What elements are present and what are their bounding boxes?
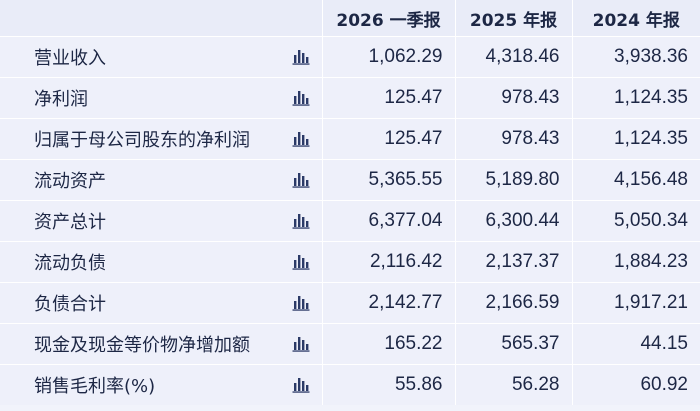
value-period-1: 5,365.55 (322, 159, 456, 201)
metric-cell: 归属于母公司股东的净利润 (0, 118, 323, 160)
value-period-3: 60.92 (572, 364, 700, 405)
table-row: 资产总计 6,377.04 6,300.44 5,050.34 (0, 200, 700, 242)
header-blank (0, 0, 323, 37)
table-row: 归属于母公司股东的净利润 125.47 978.43 1,124.35 (0, 118, 700, 160)
metric-cell: 销售毛利率(%) (0, 364, 323, 405)
metric-cell: 净利润 (0, 77, 323, 119)
financial-table-container: 2026 一季报 2025 年报 2024 年报 营业收入 1,062.29 4… (0, 0, 700, 411)
bar-chart-icon[interactable] (292, 295, 310, 311)
metric-label: 销售毛利率(%) (34, 376, 156, 397)
table-row: 营业收入 1,062.29 4,318.46 3,938.36 (0, 36, 700, 78)
value-period-2: 978.43 (455, 77, 573, 119)
table-row: 流动负债 2,116.42 2,137.37 1,884.23 (0, 241, 700, 283)
metric-label: 营业收入 (34, 48, 106, 69)
value-period-3: 1,124.35 (572, 118, 700, 160)
table-row: 净利润 125.47 978.43 1,124.35 (0, 77, 700, 119)
value-period-1: 6,377.04 (322, 200, 456, 242)
value-period-2: 6,300.44 (455, 200, 573, 242)
bar-chart-icon[interactable] (292, 90, 310, 106)
metric-cell: 资产总计 (0, 200, 323, 242)
value-period-3: 5,050.34 (572, 200, 700, 242)
value-period-2: 5,189.80 (455, 159, 573, 201)
table-row: 负债合计 2,142.77 2,166.59 1,917.21 (0, 282, 700, 324)
value-period-2: 56.28 (455, 364, 573, 405)
value-period-3: 44.15 (572, 323, 700, 365)
bar-chart-icon[interactable] (292, 213, 310, 229)
metric-cell: 流动负债 (0, 241, 323, 283)
table-row: 销售毛利率(%) 55.86 56.28 60.92 (0, 364, 700, 405)
value-period-2: 978.43 (455, 118, 573, 160)
metric-label: 负债合计 (34, 294, 106, 315)
value-period-1: 125.47 (322, 77, 456, 119)
value-period-1: 165.22 (322, 323, 456, 365)
metric-label: 流动负债 (34, 253, 106, 274)
value-period-3: 1,124.35 (572, 77, 700, 119)
header-row: 2026 一季报 2025 年报 2024 年报 (0, 0, 700, 37)
metric-label: 现金及现金等价物净增加额 (34, 335, 250, 356)
bar-chart-icon[interactable] (292, 336, 310, 352)
metric-cell: 现金及现金等价物净增加额 (0, 323, 323, 365)
metric-label: 流动资产 (34, 171, 106, 192)
metric-cell: 负债合计 (0, 282, 323, 324)
value-period-2: 565.37 (455, 323, 573, 365)
bar-chart-icon[interactable] (292, 131, 310, 147)
table-row: 流动资产 5,365.55 5,189.80 4,156.48 (0, 159, 700, 201)
bar-chart-icon[interactable] (292, 377, 310, 393)
bar-chart-icon[interactable] (292, 254, 310, 270)
value-period-3: 1,917.21 (572, 282, 700, 324)
value-period-2: 2,137.37 (455, 241, 573, 283)
value-period-2: 2,166.59 (455, 282, 573, 324)
value-period-1: 2,142.77 (322, 282, 456, 324)
bar-chart-icon[interactable] (292, 49, 310, 65)
header-period-3: 2024 年报 (572, 0, 700, 37)
bar-chart-icon[interactable] (292, 172, 310, 188)
value-period-1: 125.47 (322, 118, 456, 160)
value-period-2: 4,318.46 (455, 36, 573, 78)
value-period-3: 1,884.23 (572, 241, 700, 283)
metric-cell: 流动资产 (0, 159, 323, 201)
header-period-2: 2025 年报 (455, 0, 573, 37)
table-row: 现金及现金等价物净增加额 165.22 565.37 44.15 (0, 323, 700, 365)
value-period-1: 1,062.29 (322, 36, 456, 78)
value-period-1: 55.86 (322, 364, 456, 405)
value-period-1: 2,116.42 (322, 241, 456, 283)
metric-label: 归属于母公司股东的净利润 (34, 130, 250, 151)
value-period-3: 3,938.36 (572, 36, 700, 78)
financial-summary-table: 2026 一季报 2025 年报 2024 年报 营业收入 1,062.29 4… (0, 0, 700, 405)
value-period-3: 4,156.48 (572, 159, 700, 201)
metric-label: 净利润 (34, 89, 88, 110)
metric-label: 资产总计 (34, 212, 106, 233)
header-period-1: 2026 一季报 (322, 0, 456, 37)
metric-cell: 营业收入 (0, 36, 323, 78)
